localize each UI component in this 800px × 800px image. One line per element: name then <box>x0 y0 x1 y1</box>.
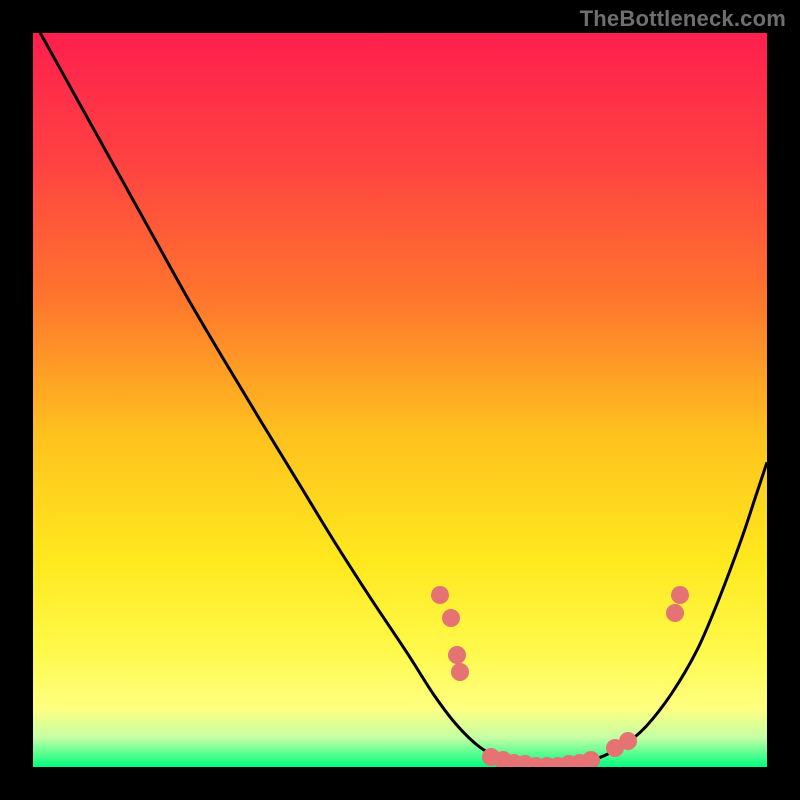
curve-path <box>40 33 767 767</box>
highlight-dot <box>582 751 600 767</box>
highlight-dot <box>619 732 637 750</box>
highlight-dot <box>666 604 684 622</box>
highlight-dot <box>671 586 689 604</box>
chart-stage: TheBottleneck.com <box>0 0 800 800</box>
highlight-dot <box>442 609 460 627</box>
highlight-dot <box>431 586 449 604</box>
highlight-dot <box>448 646 466 664</box>
highlight-dot <box>451 663 469 681</box>
bottleneck-curve <box>33 33 767 767</box>
watermark-label: TheBottleneck.com <box>580 6 786 32</box>
plot-area <box>33 33 767 767</box>
